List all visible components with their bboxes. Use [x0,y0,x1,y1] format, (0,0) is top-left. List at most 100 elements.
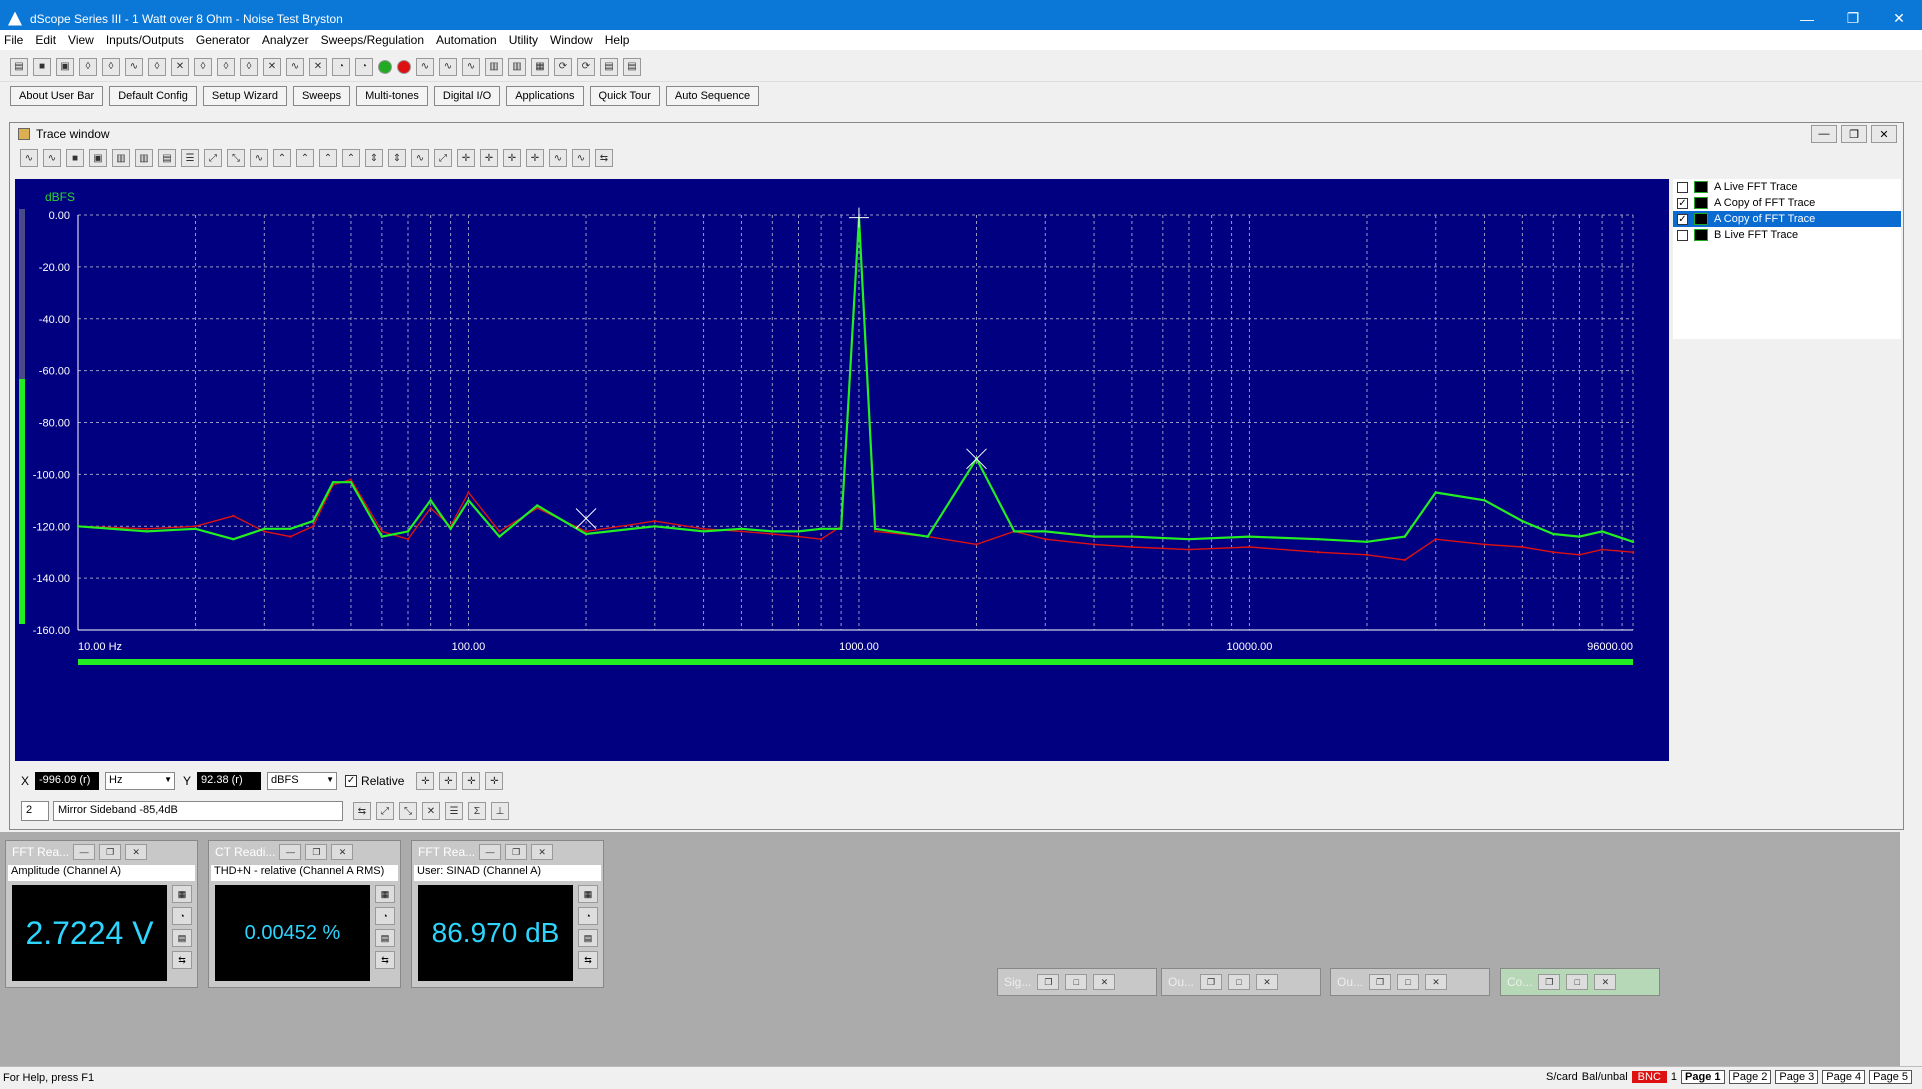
applications-button[interactable]: Applications [506,86,584,106]
setup-wizard-button[interactable]: Setup Wizard [202,86,287,106]
trace-list-icon[interactable]: ☰ [181,149,199,167]
input-icon[interactable]: ◊ [240,57,258,76]
digital-io-button[interactable]: Digital I/O [433,86,501,106]
annotation-number[interactable]: 2 [21,801,49,821]
meter-2-icon[interactable]: ◔ [355,57,373,76]
reading-tool-icon[interactable]: ◔ [172,907,192,925]
marker-icon[interactable]: ⌃ [273,149,291,167]
output-b-icon[interactable]: ◊ [102,57,120,76]
mini-restore-icon[interactable]: ❐ [1200,974,1223,990]
cursor-icon[interactable]: ✛ [457,149,475,167]
trace-restore-icon[interactable]: ❐ [1841,125,1867,143]
quick-tour-button[interactable]: Quick Tour [589,86,660,106]
sweep-3-icon[interactable]: ∿ [462,57,480,76]
mini-restore-icon[interactable]: ❐ [1538,974,1561,990]
reading-close-icon[interactable]: ✕ [531,844,554,860]
menu-generator[interactable]: Generator [196,33,250,47]
cursor-tool-icon[interactable]: ✛ [439,772,458,790]
annotation-tool-icon[interactable]: ⤡ [399,802,417,820]
cursor-tool-icon[interactable]: ✛ [416,772,435,790]
page-5-tab[interactable]: Page 5 [1869,1070,1912,1084]
automation-2-icon[interactable]: ⟳ [577,57,595,76]
minimized-window[interactable]: Ou... ❐ □ ✕ [1330,968,1490,996]
sweep-icon[interactable]: ∿ [416,57,434,76]
analyzer-off-icon[interactable]: ✕ [309,57,327,76]
auto-sequence-button[interactable]: Auto Sequence [665,86,760,106]
legend-checkbox[interactable] [1677,229,1688,241]
trace-wave-icon[interactable]: ∿ [250,149,268,167]
menu-automation[interactable]: Automation [436,33,497,47]
marker-icon[interactable]: ⌃ [319,149,337,167]
reading-tool-icon[interactable]: ▦ [172,885,192,903]
page-4-tab[interactable]: Page 4 [1822,1070,1866,1084]
trace-close-icon[interactable]: ✕ [1871,125,1897,143]
reading-minimize-icon[interactable]: — [73,844,96,860]
reading-tool-icon[interactable]: ⇆ [578,951,598,969]
reading-window[interactable]: FFT Rea... — ❐ ✕ User: SINAD (Channel A)… [411,840,604,988]
reading-close-icon[interactable]: ✕ [331,844,354,860]
minimized-window[interactable]: Ou... ❐ □ ✕ [1161,968,1321,996]
menu-edit[interactable]: Edit [35,33,56,47]
annotation-tool-icon[interactable]: Σ [468,802,486,820]
automation-icon[interactable]: ⟳ [554,57,572,76]
analyzer-icon[interactable]: ∿ [286,57,304,76]
reading-restore-icon[interactable]: ❐ [505,844,528,860]
meter-icon[interactable]: ◔ [332,57,350,76]
page-1-tab[interactable]: Page 1 [1681,1070,1725,1084]
trace-graph-icon[interactable]: ▥ [112,149,130,167]
reading-window[interactable]: CT Readi... — ❐ ✕ THD+N - relative (Chan… [208,840,401,988]
annotation-tool-icon[interactable]: ⇆ [353,802,371,820]
multi-tones-button[interactable]: Multi-tones [356,86,428,106]
output-a-icon[interactable]: ◊ [79,57,97,76]
chart-2-icon[interactable]: ▥ [508,57,526,76]
annotation-text-field[interactable]: Mirror Sideband -85,4dB [53,801,343,821]
page-3-tab[interactable]: Page 3 [1775,1070,1819,1084]
menu-window[interactable]: Window [550,33,593,47]
config-icon[interactable]: ▤ [600,57,618,76]
sweeps-button[interactable]: Sweeps [292,86,351,106]
annotation-tool-icon[interactable]: ☰ [445,802,463,820]
trace-settings-icon[interactable]: ▤ [158,149,176,167]
cursor-tool-icon[interactable]: ✛ [485,772,504,790]
trace-save-icon[interactable]: ■ [66,149,84,167]
minimized-window[interactable]: Sig... ❐ □ ✕ [997,968,1157,996]
chart-icon[interactable]: ▥ [485,57,503,76]
annotation-delete-icon[interactable]: ✕ [422,802,440,820]
reading-tool-icon[interactable]: ▦ [578,885,598,903]
menu-analyzer[interactable]: Analyzer [262,33,309,47]
annotation-tool-icon[interactable]: ⤢ [376,802,394,820]
x-unit-select[interactable]: Hz [105,772,176,790]
menu-inputs-outputs[interactable]: Inputs/Outputs [106,33,184,47]
scope-icon[interactable]: ▦ [531,57,549,76]
smooth-icon[interactable]: ∿ [411,149,429,167]
fft-plot[interactable]: 0.00 -20.00 -40.00 -60.00 -80.00 -100.00 -120.… [15,179,1669,761]
cursor-tool-icon[interactable]: ✛ [462,772,481,790]
fit-icon[interactable]: ⤢ [434,149,452,167]
reading-tool-icon[interactable]: ▤ [172,929,192,947]
open-icon[interactable]: ▤ [10,57,28,76]
legend-row[interactable]: A Live FFT Trace [1673,179,1901,195]
run-icon[interactable] [378,59,392,74]
menu-sweeps-regulation[interactable]: Sweeps/Regulation [321,33,424,47]
scale-icon[interactable]: ⇕ [365,149,383,167]
reading-tool-icon[interactable]: ◔ [578,907,598,925]
input-a-icon[interactable]: ◊ [194,57,212,76]
trace-tool-icon[interactable]: ∿ [43,149,61,167]
menu-file[interactable]: File [4,33,23,47]
trace-extra-icon[interactable]: ∿ [572,149,590,167]
reading-window[interactable]: FFT Rea... — ❐ ✕ Amplitude (Channel A) 2… [5,840,198,988]
save-icon[interactable]: ■ [33,57,51,76]
y-unit-select[interactable]: dBFS [267,772,338,790]
input-off-icon[interactable]: ✕ [263,57,281,76]
menu-view[interactable]: View [68,33,94,47]
reading-tool-icon[interactable]: ▤ [578,929,598,947]
mini-close-icon[interactable]: ✕ [1425,974,1448,990]
mini-restore-icon[interactable]: ❐ [1037,974,1060,990]
reading-tool-icon[interactable]: ⇆ [375,951,395,969]
trace-graph-icon[interactable]: ▥ [135,149,153,167]
marker-icon[interactable]: ⌃ [342,149,360,167]
output-off-icon[interactable]: ✕ [171,57,189,76]
mini-close-icon[interactable]: ✕ [1256,974,1279,990]
legend-row-selected[interactable]: ✓ A Copy of FFT Trace [1673,211,1901,227]
marker-icon[interactable]: ⌃ [296,149,314,167]
